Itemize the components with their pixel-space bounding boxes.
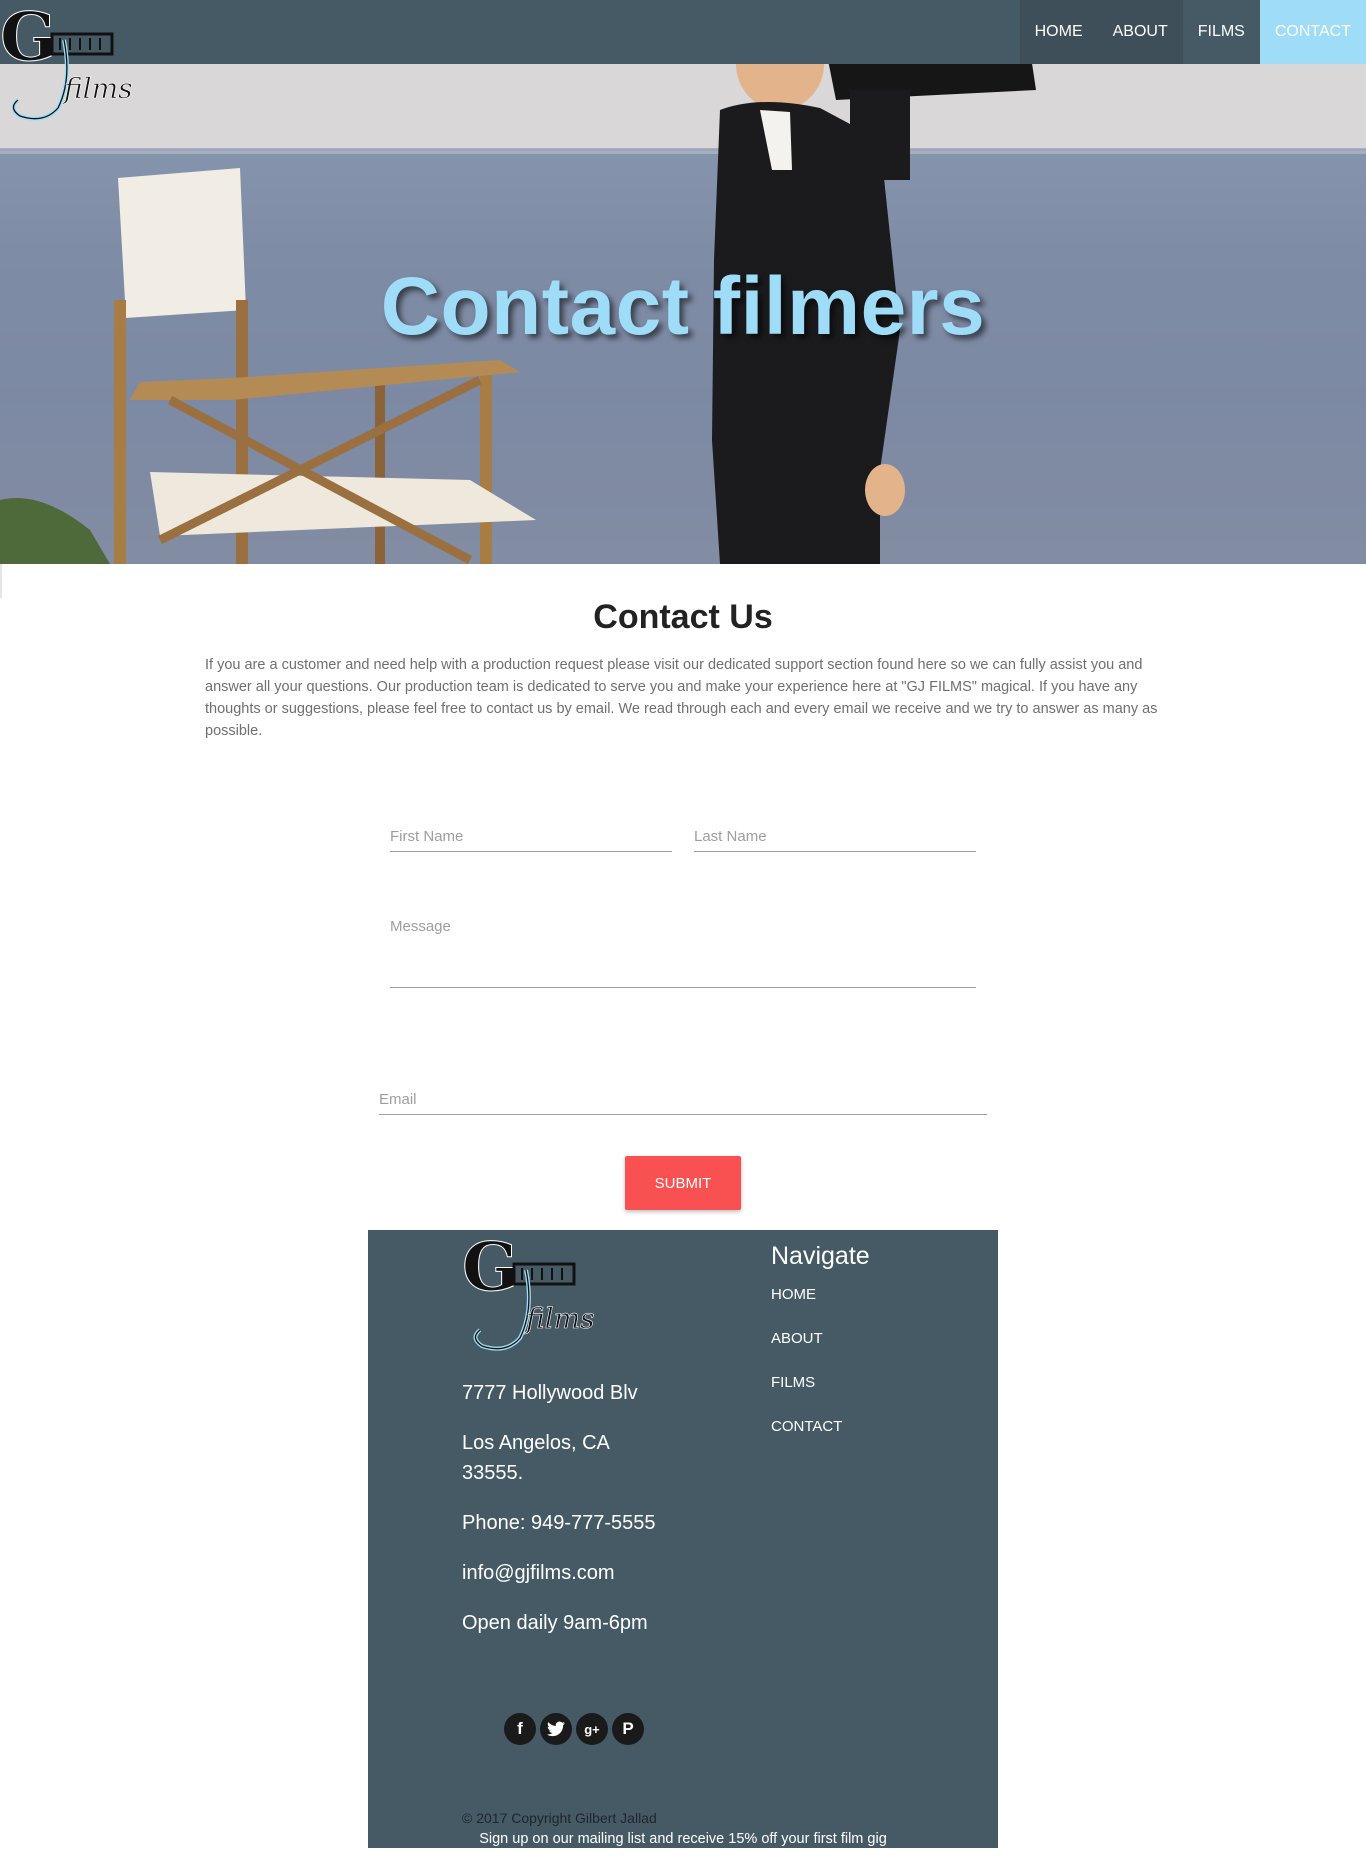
svg-text:films: films	[524, 1302, 595, 1335]
footer: G films 7777 Hollywood Blv Los Angelos, …	[368, 1230, 998, 1848]
copyright-text: © 2017 Copyright Gilbert Jallad	[462, 1810, 657, 1826]
email-input[interactable]	[379, 1091, 987, 1108]
svg-text:G: G	[0, 0, 56, 76]
phone-text: Phone: 949-777-5555	[462, 1512, 656, 1534]
svg-text:G: G	[462, 1230, 518, 1306]
first-name-field	[390, 812, 672, 852]
footer-link-contact[interactable]: CONTACT	[771, 1418, 842, 1435]
footer-link-about[interactable]: ABOUT	[771, 1330, 823, 1347]
google-plus-icon[interactable]: g+	[576, 1713, 608, 1745]
address-zip: 33555.	[462, 1462, 524, 1484]
nav-links: HOME ABOUT FILMS CONTACT	[1019, 0, 1366, 64]
last-name-field	[694, 812, 976, 852]
email-field	[379, 1075, 987, 1115]
nav-about[interactable]: ABOUT	[1097, 0, 1183, 64]
mailing-list-text[interactable]: Sign up on our mailing list and receive …	[368, 1831, 998, 1847]
first-name-input[interactable]	[390, 828, 672, 845]
footer-logo: G films	[462, 1230, 595, 1351]
message-input[interactable]	[390, 918, 976, 948]
pinterest-icon[interactable]: P	[612, 1713, 644, 1745]
hours-text: Open daily 9am-6pm	[462, 1612, 648, 1634]
twitter-icon[interactable]	[540, 1713, 572, 1745]
last-name-input[interactable]	[694, 828, 976, 845]
svg-text:films: films	[62, 72, 133, 105]
facebook-icon[interactable]: f	[504, 1713, 536, 1745]
contact-heading: Contact Us	[593, 598, 773, 636]
footer-link-home[interactable]: HOME	[771, 1286, 816, 1303]
email-text[interactable]: info@gjfilms.com	[462, 1558, 615, 1588]
gj-films-logo[interactable]: G films	[0, 0, 142, 124]
hero-section: Contact filmers	[0, 0, 1366, 564]
nav-contact[interactable]: CONTACT	[1259, 0, 1366, 64]
navbar: HOME ABOUT FILMS CONTACT	[0, 0, 1366, 64]
nav-home[interactable]: HOME	[1019, 0, 1098, 64]
address-city: Los Angelos, CA	[462, 1432, 610, 1454]
twitter-bird-icon	[547, 1721, 565, 1737]
submit-button[interactable]: SUBMIT	[625, 1156, 741, 1210]
address-street: 7777 Hollywood Blv	[462, 1382, 638, 1404]
navigate-heading: Navigate	[771, 1242, 870, 1270]
nav-films[interactable]: FILMS	[1183, 0, 1260, 64]
contact-description: If you are a customer and need help with…	[205, 657, 1158, 739]
hero-title: Contact filmers	[380, 261, 986, 352]
footer-link-films[interactable]: FILMS	[771, 1374, 815, 1391]
divider	[0, 564, 2, 598]
message-field	[390, 912, 976, 988]
